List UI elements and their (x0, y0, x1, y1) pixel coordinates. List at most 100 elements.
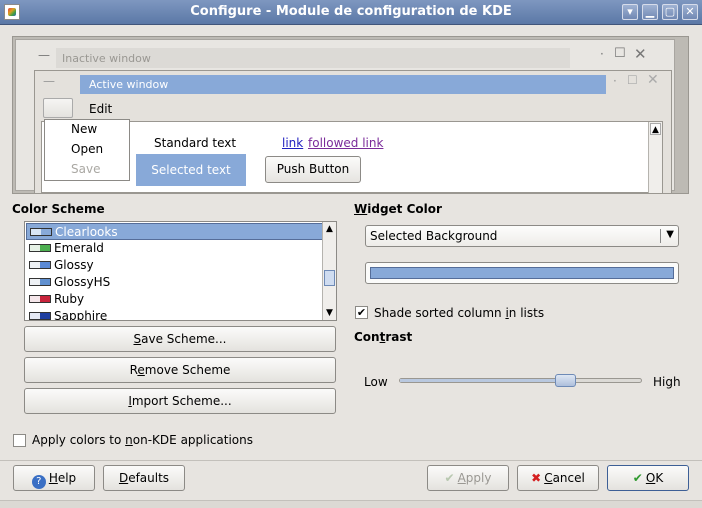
inactive-dot-icon: · (600, 47, 604, 61)
label-text: on-KDE applications (132, 433, 254, 447)
label-text: n lists (508, 306, 545, 320)
window-bottom-edge (0, 500, 702, 508)
heading-text: Con (354, 330, 380, 344)
title-bar: Configure - Module de configuration de K… (0, 0, 702, 25)
preview-link: link (282, 136, 304, 150)
scrollbar-thumb[interactable] (324, 270, 335, 286)
btn-accel: e (137, 363, 145, 377)
preview-selected-text: Selected text (136, 154, 246, 186)
scheme-swatch (29, 261, 51, 269)
contrast-low-label: Low (364, 375, 388, 389)
active-close-icon: ✕ (647, 72, 659, 88)
chevron-down-icon[interactable]: ▼ (666, 229, 674, 240)
btn-text: mport Scheme... (131, 394, 232, 408)
preview-content: Standard text Selected text link followe… (41, 121, 663, 193)
active-maximize-icon: ☐ (627, 73, 638, 87)
label-text: Apply colors to (32, 433, 126, 447)
cancel-icon: ✖ (531, 471, 542, 485)
scheme-label: Glossy (54, 258, 94, 272)
ok-button[interactable]: ✔ OK (607, 465, 689, 491)
btn-accel: C (544, 471, 553, 485)
shade-sorted-label[interactable]: Shade sorted column in lists (374, 306, 544, 320)
preview-push-button: Push Button (265, 156, 361, 183)
scheme-list[interactable]: Clearlooks Emerald Glossy GlossyHS Ruby … (24, 221, 337, 321)
scheme-swatch (29, 312, 51, 320)
preview-followed-link: followed link (308, 136, 384, 150)
apply-non-kde-checkbox[interactable] (13, 434, 26, 447)
apply-non-kde-label[interactable]: Apply colors to non-KDE applications (32, 433, 253, 447)
btn-text: elp (57, 471, 77, 485)
popup-item-save: Save (71, 162, 101, 176)
scheme-label: Emerald (54, 241, 104, 255)
btn-accel: O (645, 471, 656, 485)
remove-scheme-button[interactable]: Remove Scheme (24, 357, 336, 383)
list-item[interactable]: GlossyHS (26, 274, 323, 291)
scheme-swatch (29, 278, 51, 286)
scheme-label: GlossyHS (54, 275, 111, 289)
minimize-button[interactable]: ▁ (642, 4, 658, 20)
label-text: Shade sorted column (374, 306, 506, 320)
scroll-up-icon[interactable]: ▲ (324, 223, 335, 235)
ok-check-icon: ✔ (632, 471, 643, 485)
contrast-high-label: High (653, 375, 681, 389)
inactive-window-title: Inactive window (56, 48, 570, 68)
active-dot-icon: · (613, 74, 617, 88)
scheme-label: Ruby (54, 292, 85, 306)
color-scheme-heading: Color Scheme (12, 202, 105, 216)
popup-item-open: Open (71, 142, 104, 156)
active-menu-icon: — (43, 74, 55, 88)
scheme-swatch (30, 228, 52, 236)
apply-check-icon: ✔ (444, 471, 455, 485)
scheme-swatch (29, 295, 51, 303)
btn-text: K (655, 471, 664, 485)
contrast-slider-fill (400, 379, 565, 382)
help-icon: ? (31, 475, 46, 489)
btn-text: efaults (128, 471, 170, 485)
import-scheme-button[interactable]: Import Scheme... (24, 388, 336, 414)
widget-color-button[interactable] (365, 262, 679, 284)
close-button[interactable]: ✕ (682, 4, 698, 20)
label-accel: n (125, 433, 133, 447)
scheme-list-scrollbar[interactable]: ▲ ▼ (322, 222, 336, 320)
color-preview: — ⊣ Inactive window · ☐ ✕ — Active windo… (12, 36, 689, 194)
btn-text: ancel (552, 471, 585, 485)
scheme-label: Sapphire (54, 309, 108, 321)
help-button[interactable]: ? Help (13, 465, 95, 491)
inactive-menu-icon: — (38, 48, 50, 62)
list-item[interactable]: Sapphire (26, 308, 323, 321)
cancel-button[interactable]: ✖ Cancel (517, 465, 599, 491)
shade-sorted-checkbox[interactable]: ✔ (355, 306, 368, 319)
contrast-slider-handle[interactable] (555, 374, 576, 387)
defaults-button[interactable]: Defaults (103, 465, 185, 491)
combo-separator (660, 229, 661, 243)
popup-item-new: New (71, 122, 98, 136)
preview-scrollbar: ▲ (648, 122, 662, 193)
preview-menu-edit: Edit (89, 102, 113, 116)
active-window-title: Active window (80, 75, 606, 94)
list-item[interactable]: Clearlooks (26, 223, 323, 240)
list-item[interactable]: Ruby (26, 291, 323, 308)
preview-standard-text: Standard text (154, 136, 237, 150)
divider (0, 460, 702, 461)
active-window-preview: — Active window · ☐ ✕ Edit Standard text… (34, 70, 672, 193)
contrast-heading: Contrast (354, 330, 412, 344)
preview-menu-button (43, 98, 73, 118)
save-scheme-button[interactable]: Save Scheme... (24, 326, 336, 352)
color-swatch (370, 267, 674, 279)
widget-color-heading: Widget Color (354, 202, 442, 216)
maximize-button[interactable]: ▢ (662, 4, 678, 20)
apply-button[interactable]: ✔ Apply (427, 465, 509, 491)
btn-text: ave Scheme... (141, 332, 227, 346)
scroll-up-icon: ▲ (650, 123, 661, 135)
preview-popup-menu: New Open Save (44, 119, 130, 181)
list-item[interactable]: Emerald (26, 240, 323, 257)
widget-color-select[interactable]: Selected Background ▼ (365, 225, 679, 247)
inactive-close-icon: ✕ (634, 45, 647, 63)
scheme-swatch (29, 244, 51, 252)
btn-text: move Scheme (144, 363, 231, 377)
list-item[interactable]: Glossy (26, 257, 323, 274)
btn-accel: S (133, 332, 142, 346)
scroll-down-icon[interactable]: ▼ (324, 307, 335, 319)
select-value: Selected Background (370, 229, 498, 243)
help-title-button[interactable]: ▾ (622, 4, 638, 20)
